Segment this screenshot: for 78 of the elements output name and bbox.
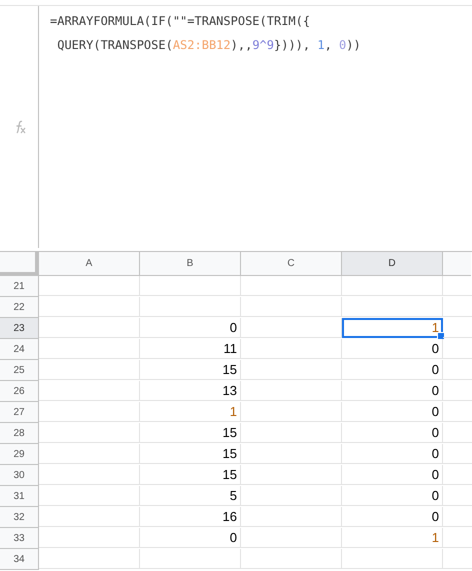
table-cell[interactable] (39, 276, 140, 296)
row-header[interactable]: 24 (0, 339, 39, 360)
table-cell[interactable]: 0 (342, 339, 443, 359)
table-cell[interactable] (241, 360, 342, 380)
column-header[interactable] (443, 252, 471, 276)
table-cell[interactable] (342, 276, 443, 296)
table-cell[interactable] (241, 549, 342, 569)
row-header[interactable]: 29 (0, 444, 39, 465)
table-cell[interactable]: 0 (342, 423, 443, 443)
column-header[interactable]: A (39, 252, 140, 276)
selected-cell[interactable]: 1 (342, 318, 443, 338)
table-cell[interactable]: 11 (140, 339, 241, 359)
table-cell[interactable]: 16 (140, 507, 241, 527)
table-cell[interactable] (39, 360, 140, 380)
table-cell[interactable] (241, 423, 342, 443)
table-cell[interactable]: 0 (342, 444, 443, 464)
row-header[interactable]: 21 (0, 276, 39, 297)
table-cell[interactable] (39, 549, 140, 569)
row-header[interactable]: 34 (0, 549, 39, 570)
table-cell[interactable]: 1 (140, 402, 241, 422)
table-cell[interactable] (241, 507, 342, 527)
table-cell[interactable]: 0 (342, 507, 443, 527)
table-cell[interactable] (39, 423, 140, 443)
column-header[interactable]: B (140, 252, 241, 276)
row-header[interactable]: 33 (0, 528, 39, 549)
row-header[interactable]: 26 (0, 381, 39, 402)
table-cell[interactable] (39, 486, 140, 506)
table-cell[interactable]: 15 (140, 360, 241, 380)
table-cell[interactable] (39, 444, 140, 464)
row-header[interactable]: 32 (0, 507, 39, 528)
table-cell[interactable] (241, 486, 342, 506)
table-cell[interactable] (241, 381, 342, 401)
select-all-corner[interactable] (0, 252, 39, 276)
table-cell[interactable] (39, 318, 140, 338)
table-cell[interactable] (241, 297, 342, 317)
table-cell[interactable]: 5 (140, 486, 241, 506)
table-cell[interactable] (39, 381, 140, 401)
table-cell[interactable]: 15 (140, 444, 241, 464)
table-cell[interactable] (241, 339, 342, 359)
table-cell[interactable] (39, 507, 140, 527)
table-cell[interactable] (241, 444, 342, 464)
table-cell[interactable] (39, 297, 140, 317)
table-cell[interactable] (140, 549, 241, 569)
table-cell[interactable]: 15 (140, 465, 241, 485)
fill-handle[interactable] (437, 332, 445, 340)
table-cell[interactable] (241, 318, 342, 338)
table-cell[interactable]: 0 (342, 486, 443, 506)
row-header[interactable]: 28 (0, 423, 39, 444)
table-cell[interactable]: 0 (342, 360, 443, 380)
table-cell[interactable] (39, 339, 140, 359)
row-header[interactable]: 27 (0, 402, 39, 423)
row-header[interactable]: 23 (0, 318, 39, 339)
row-header[interactable]: 30 (0, 465, 39, 486)
table-cell[interactable] (241, 528, 342, 548)
table-cell[interactable]: 1 (342, 528, 443, 548)
table-cell[interactable]: 0 (342, 381, 443, 401)
table-cell[interactable]: 13 (140, 381, 241, 401)
row-header[interactable]: 31 (0, 486, 39, 507)
table-cell[interactable] (241, 465, 342, 485)
table-cell[interactable] (342, 297, 443, 317)
table-cell[interactable] (241, 402, 342, 422)
table-cell[interactable] (39, 465, 140, 485)
table-cell[interactable]: 0 (342, 465, 443, 485)
table-cell[interactable] (140, 276, 241, 296)
table-cell[interactable] (241, 276, 342, 296)
column-header[interactable]: D (342, 252, 443, 276)
formula-input[interactable]: =ARRAYFORMULA(IF(""=TRANSPOSE(TRIM({ QUERY(TRANSPOSE(AS2:BB12),,9^9}))), 1, 0)) (39, 6, 361, 57)
table-cell[interactable]: 0 (342, 402, 443, 422)
table-cell[interactable] (140, 297, 241, 317)
table-cell[interactable] (39, 402, 140, 422)
table-cell[interactable] (342, 549, 443, 569)
column-header[interactable]: C (241, 252, 342, 276)
table-cell[interactable]: 0 (140, 528, 241, 548)
table-cell[interactable]: 15 (140, 423, 241, 443)
table-cell[interactable] (39, 528, 140, 548)
table-cell[interactable]: 0 (140, 318, 241, 338)
row-header[interactable]: 25 (0, 360, 39, 381)
row-header[interactable]: 22 (0, 297, 39, 318)
